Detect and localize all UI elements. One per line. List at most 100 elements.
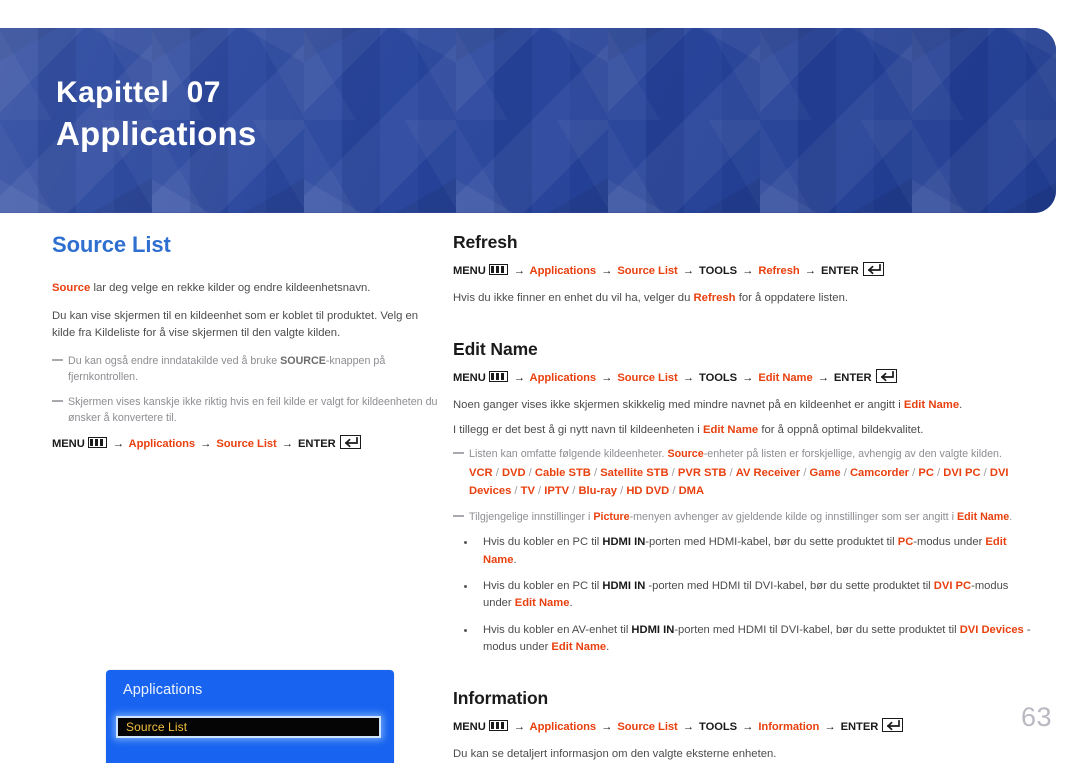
edit-name-p1-pre: Noen ganger vises ikke skjermen skikkeli…	[453, 399, 904, 412]
menu-path-step-edit-name: Edit Name	[758, 372, 813, 385]
enter-return-icon	[882, 718, 904, 733]
device-list-separator: /	[840, 467, 850, 480]
menu-path-label-enter: ENTER	[840, 721, 879, 734]
bullet-term-edit-name: Edit Name	[551, 640, 607, 653]
menu-path-source-list: MENU → Applications → Source List → ENTER	[52, 434, 444, 454]
note-picture-pre: Tilgjengelige innstillinger i	[469, 511, 594, 524]
menu-path-refresh: MENU → Applications → Source List → TOOLS…	[453, 262, 1031, 281]
menu-bars-icon	[488, 720, 508, 732]
menu-path-step-source-list: Source List	[216, 437, 277, 450]
bullet-text-p4: .	[513, 553, 517, 566]
arrow-glyph: →	[824, 721, 836, 734]
bullet-term-mode: PC	[897, 536, 914, 549]
arrow-glyph: →	[742, 372, 754, 385]
device-list-item: Cable STB	[534, 467, 591, 480]
menu-path-information: MENU → Applications → Source List → TOOLS…	[453, 718, 1031, 737]
device-list-item: Camcorder	[849, 467, 910, 480]
menu-path-label-menu: MENU	[453, 265, 486, 277]
source-description-paragraph: Du kan vise skjermen til en kildeenhet s…	[52, 309, 419, 340]
device-list-item: DVI PC	[943, 467, 981, 480]
menu-path-step-tools: TOOLS	[699, 372, 738, 385]
bullet-term-mode: DVI Devices	[959, 623, 1024, 636]
intro-rest-text: lar deg velge en rekke kilder og endre k…	[90, 282, 371, 294]
menu-path-step-applications: Applications	[529, 265, 597, 277]
menu-bars-icon	[87, 436, 107, 448]
sub-heading-edit-name: Edit Name	[453, 339, 538, 360]
device-list-separator: /	[668, 467, 678, 480]
device-list-item: PVR STB	[677, 467, 727, 480]
menu-path-step-source-list: Source List	[617, 265, 678, 277]
note-wrong-source: Skjermen vises kanskje ikke riktig hvis …	[52, 394, 444, 426]
page-title: Applications	[56, 114, 257, 152]
bullet-term-hdmi: HDMI IN	[602, 579, 646, 592]
edit-name-p2-post: for å oppnå optimal bildekvalitet.	[758, 423, 924, 436]
bullet-dot-icon	[464, 584, 467, 588]
menu-path-step-refresh: Refresh	[758, 265, 800, 277]
arrow-glyph: →	[682, 372, 694, 385]
edit-name-p1-term: Edit Name	[903, 399, 960, 412]
enter-return-icon	[862, 262, 884, 276]
device-list-item: Game	[809, 467, 841, 480]
bullet-dot-icon	[464, 628, 467, 632]
enter-return-icon	[875, 369, 897, 384]
device-list-item: DMA	[678, 484, 705, 497]
device-list-separator: /	[492, 467, 502, 480]
left-column: Source List Source lar deg velge en rekk…	[52, 232, 444, 763]
note-text: Skjermen vises kanskje ikke riktig hvis …	[68, 395, 438, 424]
note-picture-menu: Tilgjengelige innstillinger i Picture-me…	[453, 509, 1031, 525]
arrow-glyph: →	[112, 437, 124, 450]
arrow-glyph: →	[682, 265, 694, 277]
arrow-glyph: →	[601, 721, 613, 734]
menu-path-step-information: Information	[758, 721, 820, 734]
device-list-item: TV	[520, 484, 535, 497]
refresh-description: Hvis du ikke finner en enhet du vil ha, …	[453, 290, 1031, 308]
refresh-desc-post: for å oppdatere listen.	[735, 291, 849, 304]
tv-menu-item-source-list[interactable]: Source List	[116, 716, 381, 738]
edit-name-paragraph-2: I tillegg er det best å gi nytt navn til…	[453, 422, 1031, 440]
note-device-pre: Listen kan omfatte følgende kildeenheter…	[469, 448, 668, 461]
note-dash-icon	[453, 452, 464, 455]
device-list-item: AV Receiver	[735, 467, 801, 480]
edit-name-bullet-list: Hvis du kobler en PC til HDMI IN-porten …	[453, 534, 1031, 656]
arrow-glyph: →	[513, 265, 525, 277]
chapter-kicker: Kapittel 07	[56, 76, 221, 109]
menu-path-step-applications: Applications	[529, 372, 597, 385]
bullet-term-hdmi: HDMI IN	[631, 623, 675, 636]
bullet-term-hdmi: HDMI IN	[602, 536, 646, 549]
device-list-item: DVD	[501, 467, 526, 480]
device-list-item: IPTV	[544, 484, 570, 497]
note-device-term: Source	[667, 448, 704, 461]
bullet-dot-icon	[464, 541, 467, 545]
device-list-item: PC	[918, 467, 934, 480]
arrow-glyph: →	[742, 265, 754, 277]
device-list-separator: /	[909, 467, 919, 480]
device-list: VCR / DVD / Cable STB / Satellite STB / …	[469, 465, 1031, 500]
menu-path-step-source-list: Source List	[617, 372, 678, 385]
list-item: Hvis du kobler en PC til HDMI IN-porten …	[453, 534, 1031, 569]
arrow-glyph: →	[513, 372, 525, 385]
manual-page: Kapittel 07 Applications Source List Sou…	[0, 0, 1080, 763]
device-list-separator: /	[980, 467, 990, 480]
device-list-item: VCR	[469, 467, 493, 480]
menu-path-step-applications: Applications	[128, 437, 196, 450]
section-heading-source-list: Source List	[52, 232, 171, 257]
bullet-text-p1: Hvis du kobler en PC til	[483, 579, 603, 592]
note-source-button: Du kan også endre inndatakilde ved å bru…	[52, 353, 444, 385]
menu-path-label-menu: MENU	[453, 372, 486, 385]
bullet-text-p2: -porten med HDMI til DVI-kabel, bør du s…	[674, 623, 960, 636]
arrow-glyph: →	[682, 721, 694, 734]
edit-name-p2-pre: I tillegg er det best å gi nytt navn til…	[453, 423, 703, 436]
list-item: Hvis du kobler en AV-enhet til HDMI IN-p…	[453, 622, 1031, 657]
bullet-text-p2: -porten med HDMI-kabel, bør du sette pro…	[645, 536, 898, 549]
information-description: Du kan se detaljert informasjon om den v…	[453, 748, 777, 761]
device-list-item: Blu-ray	[578, 484, 618, 497]
arrow-glyph: →	[804, 265, 816, 277]
menu-path-label-menu: MENU	[453, 721, 486, 734]
arrow-glyph: →	[200, 437, 212, 450]
menu-path-label-enter: ENTER	[833, 372, 872, 385]
device-list-item: HD DVD	[626, 484, 670, 497]
device-list-item: Satellite STB	[600, 467, 669, 480]
edit-name-p1-post: .	[959, 399, 963, 412]
note-picture-term-2: Edit Name	[956, 511, 1010, 524]
menu-bars-icon	[488, 371, 508, 383]
